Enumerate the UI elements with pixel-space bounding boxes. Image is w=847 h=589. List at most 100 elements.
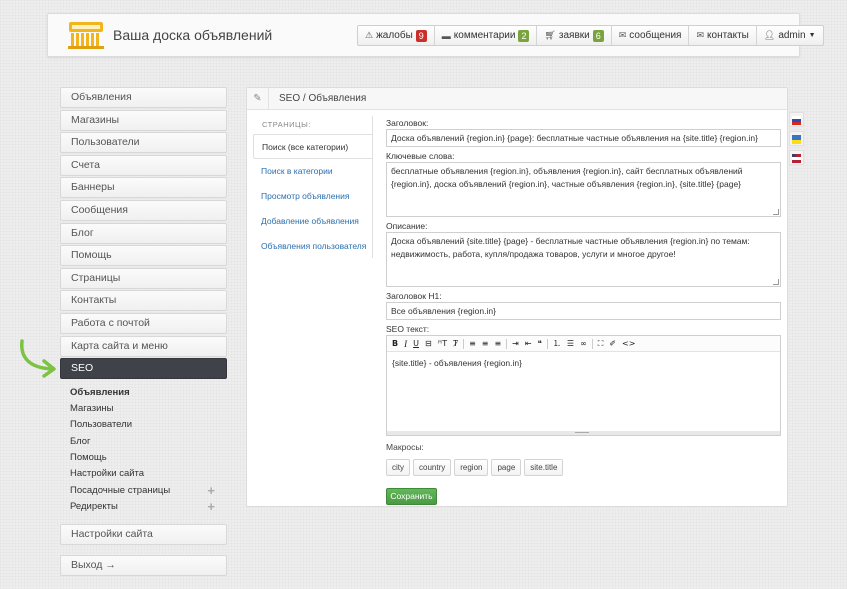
sidebar-item-mail[interactable]: Работа с почтой [60, 312, 227, 334]
envelope-icon: ✉ [618, 30, 627, 40]
ordered-list-icon[interactable]: ⒈ [550, 337, 564, 351]
align-center-icon[interactable]: ≡ [479, 337, 492, 351]
title-label: Заголовок: [386, 118, 429, 128]
breadcrumb: SEO / Объявления [279, 93, 367, 104]
h1-label: Заголовок H1: [386, 291, 442, 301]
tab-view-listing[interactable]: Просмотр объявления [253, 184, 373, 209]
plus-icon[interactable]: + [207, 499, 215, 515]
redirects-label: Редиректы [70, 500, 118, 512]
seotext-editor[interactable]: B I U ⊟ ꟸT T̷ ≡ ≡ ≡ ⇥ ⇤ ❝ ⒈ ☰ ∞ ⛶ ✐ <> {… [386, 335, 781, 436]
description-text: Доска объявлений {site.title} {page} - б… [391, 236, 750, 259]
envelope-icon: ✉ [696, 30, 705, 40]
messages-button[interactable]: ✉ сообщения [612, 26, 690, 45]
fullscreen-icon[interactable]: ⛶ [595, 337, 607, 351]
editor-content[interactable]: {site.title} - объявления {region.in} [387, 352, 780, 374]
macro-page[interactable]: page [491, 459, 522, 476]
comments-label: комментарии [453, 30, 516, 41]
logo-icon[interactable] [66, 20, 106, 50]
subnav-item-blog[interactable]: Блог [60, 434, 227, 450]
code-icon[interactable]: <> [619, 337, 638, 351]
macro-city[interactable]: city [386, 459, 410, 476]
panel-header: ✎ SEO / Объявления [247, 88, 787, 110]
sidebar-item-users[interactable]: Пользователи [60, 132, 227, 154]
font-size-icon[interactable]: ꟸT [435, 337, 451, 351]
sidebar-item-bills[interactable]: Счета [60, 154, 227, 176]
subnav-item-landing-pages[interactable]: Посадочные страницы + [60, 483, 227, 499]
subnav-item-help[interactable]: Помощь [60, 450, 227, 466]
underline-icon[interactable]: U [410, 337, 422, 351]
macro-country[interactable]: country [413, 459, 452, 476]
chevron-down-icon: ▼ [808, 32, 816, 39]
eraser-icon[interactable]: ✐ [606, 337, 619, 351]
language-switcher [789, 112, 804, 169]
tab-add-listing[interactable]: Добавление объявления [253, 209, 373, 234]
sidebar-item-help[interactable]: Помощь [60, 245, 227, 267]
admin-label: admin [778, 30, 806, 41]
h1-input[interactable]: Все объявления {region.in} [386, 302, 781, 320]
tab-search-category[interactable]: Поиск в категории [253, 159, 373, 184]
seo-panel: ✎ SEO / Объявления СТРАНИЦЫ: Поиск (все … [246, 87, 788, 507]
ru-flag-icon[interactable] [789, 112, 804, 127]
macro-region[interactable]: region [454, 459, 489, 476]
edit-icon: ✎ [247, 88, 269, 109]
top-header: Ваша доска объявлений ⚠ жалобы 9 ▬ комме… [47, 13, 824, 57]
plus-icon[interactable]: + [207, 483, 215, 499]
quote-icon[interactable]: ❝ [535, 337, 545, 351]
keywords-label: Ключевые слова: [386, 151, 455, 161]
clear-format-icon[interactable]: T̷ [450, 337, 461, 351]
bullet-list-icon[interactable]: ☰ [564, 337, 577, 351]
bold-icon[interactable]: B [389, 337, 401, 351]
site-title[interactable]: Ваша доска объявлений [113, 27, 272, 43]
complaints-label: жалобы [376, 30, 413, 41]
requests-button[interactable]: 🛒︎ заявки 6 [537, 26, 612, 45]
complaints-button[interactable]: ⚠ жалобы 9 [358, 26, 435, 45]
green-arrow-icon [20, 339, 56, 378]
sidebar-item-seo[interactable]: SEO [60, 358, 227, 380]
sidebar-item-listings[interactable]: Объявления [60, 87, 227, 108]
sidebar-item-banners[interactable]: Баннеры [60, 177, 227, 199]
tab-user-listings[interactable]: Объявления пользователя [253, 234, 373, 259]
subnav-item-redirects[interactable]: Редиректы + [60, 499, 227, 515]
admin-menu-button[interactable]: 👤︎ admin ▼ [757, 26, 823, 45]
keywords-text: бесплатные объявления {region.in}, объяв… [391, 166, 743, 189]
align-left-icon[interactable]: ≡ [466, 337, 479, 351]
indent-icon[interactable]: ⇥ [509, 337, 522, 351]
us-flag-icon[interactable] [789, 150, 804, 165]
comments-button[interactable]: ▬ комментарии 2 [435, 26, 538, 45]
macro-site-title[interactable]: site.title [524, 459, 564, 476]
pages-label: СТРАНИЦЫ: [262, 120, 311, 129]
sidebar-item-sitemap[interactable]: Карта сайта и меню [60, 335, 227, 357]
align-right-icon[interactable]: ≡ [491, 337, 504, 351]
keywords-textarea[interactable]: бесплатные объявления {region.in}, объяв… [386, 162, 781, 217]
sidebar-item-messages[interactable]: Сообщения [60, 199, 227, 221]
subnav-item-users[interactable]: Пользователи [60, 417, 227, 433]
logout-button[interactable]: Выход → [60, 555, 227, 577]
resize-grip-icon[interactable] [773, 209, 779, 215]
requests-label: заявки [558, 30, 590, 41]
tabs-divider [372, 116, 373, 258]
sidebar-item-shops[interactable]: Магазины [60, 109, 227, 131]
ua-flag-icon[interactable] [789, 131, 804, 146]
warning-icon: ⚠ [365, 30, 374, 40]
sidebar-item-contacts[interactable]: Контакты [60, 290, 227, 312]
messages-label: сообщения [629, 30, 682, 41]
comment-icon: ▬ [441, 30, 451, 41]
outdent-icon[interactable]: ⇤ [522, 337, 535, 351]
subnav-item-site-settings[interactable]: Настройки сайта [60, 466, 227, 482]
description-textarea[interactable]: Доска объявлений {site.title} {page} - б… [386, 232, 781, 287]
subnav-item-shops[interactable]: Магазины [60, 401, 227, 417]
sidebar-item-blog[interactable]: Блог [60, 222, 227, 244]
sidebar-item-pages[interactable]: Страницы [60, 267, 227, 289]
italic-icon[interactable]: I [401, 337, 410, 351]
subnav-item-listings[interactable]: Объявления [60, 385, 227, 401]
strikethrough-icon[interactable]: ⊟ [422, 337, 435, 351]
save-button[interactable]: Сохранить [386, 488, 437, 505]
resize-grip-icon[interactable] [773, 279, 779, 285]
link-icon[interactable]: ∞ [577, 337, 590, 351]
editor-resize-handle[interactable] [387, 431, 780, 435]
tab-search-all[interactable]: Поиск (все категории) [253, 134, 373, 159]
sidebar-item-site-settings[interactable]: Настройки сайта [60, 524, 227, 546]
contacts-button[interactable]: ✉ контакты [689, 26, 757, 45]
title-input[interactable]: Доска объявлений {region.in} {page}: бес… [386, 129, 781, 147]
seo-form: Заголовок: Доска объявлений {region.in} … [386, 118, 781, 505]
